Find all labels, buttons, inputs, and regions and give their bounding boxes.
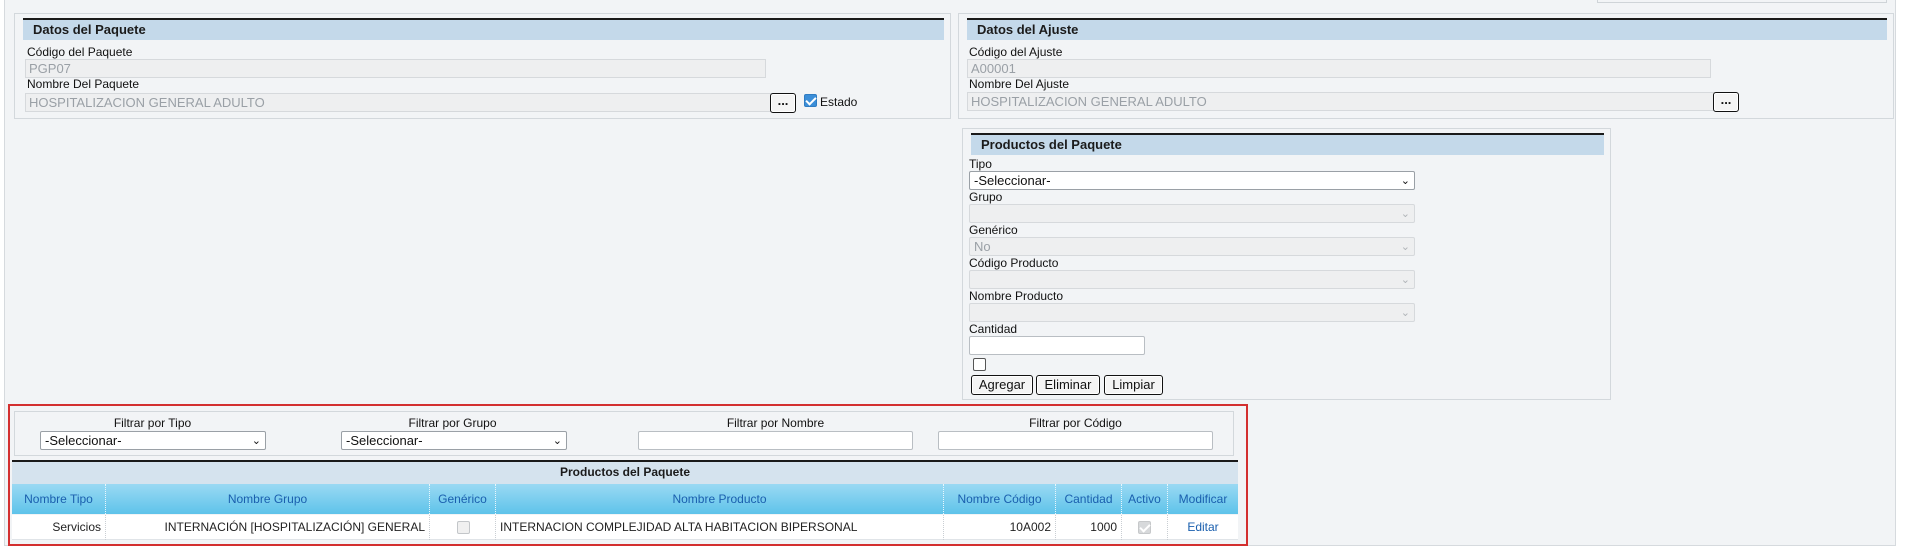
filtrar-codigo-label: Filtrar por Código <box>1029 416 1122 430</box>
producto-checkbox[interactable] <box>973 358 986 371</box>
filtrar-codigo-input[interactable] <box>938 431 1213 450</box>
codigo-producto-label: Código Producto <box>969 256 1059 270</box>
codigo-producto-select[interactable]: ⌄ <box>969 270 1415 289</box>
grid-title: Productos del Paquete <box>12 460 1238 484</box>
filtrar-grupo-select[interactable]: -Seleccionar- ⌄ <box>341 431 567 450</box>
table-row[interactable]: Servicios INTERNACIÓN [HOSPITALIZACIÓN] … <box>12 515 1238 540</box>
filtrar-tipo-label: Filtrar por Tipo <box>113 416 192 430</box>
agregar-button[interactable]: Agregar <box>971 375 1033 395</box>
cell-nombre-tipo: Servicios <box>12 515 106 540</box>
chevron-down-icon: ⌄ <box>1400 241 1410 253</box>
nombre-ajuste-field[interactable]: HOSPITALIZACION GENERAL ADULTO <box>967 92 1721 111</box>
generico-label: Genérico <box>969 223 1018 237</box>
filtrar-tipo-value: -Seleccionar- <box>45 433 122 448</box>
chevron-down-icon: ⌄ <box>1400 274 1410 286</box>
estado-label: Estado <box>820 95 858 109</box>
column-header-nombre-grupo[interactable]: Nombre Grupo <box>106 484 430 514</box>
chevron-down-icon: ⌄ <box>1400 175 1410 187</box>
cell-nombre-producto: INTERNACION COMPLEJIDAD ALTA HABITACION … <box>496 515 944 540</box>
nombre-paquete-label: Nombre Del Paquete <box>27 77 140 91</box>
tipo-label: Tipo <box>969 157 992 171</box>
filtrar-nombre-input[interactable] <box>638 431 913 450</box>
cell-cantidad: 1000 <box>1056 515 1122 540</box>
nombre-paquete-field[interactable]: HOSPITALIZACION GENERAL ADULTO <box>25 93 776 112</box>
top-tab-fragment <box>1597 0 1887 3</box>
filter-panel: Filtrar por Tipo -Seleccionar- ⌄ Filtrar… <box>14 411 1234 456</box>
grupo-select[interactable]: ⌄ <box>969 204 1415 223</box>
column-header-nombre-codigo[interactable]: Nombre Código <box>944 484 1056 514</box>
column-header-modificar[interactable]: Modificar <box>1168 484 1238 514</box>
cell-nombre-grupo: INTERNACIÓN [HOSPITALIZACIÓN] GENERAL <box>106 515 430 540</box>
datos-ajuste-header: Datos del Ajuste <box>967 18 1887 40</box>
filtrar-nombre-label: Filtrar por Nombre <box>726 416 825 430</box>
codigo-paquete-field[interactable]: PGP07 <box>25 59 766 78</box>
cell-activo <box>1122 515 1168 540</box>
tipo-select-value: -Seleccionar- <box>974 173 1051 188</box>
limpiar-button[interactable]: Limpiar <box>1104 375 1163 395</box>
column-header-cantidad[interactable]: Cantidad <box>1056 484 1122 514</box>
chevron-down-icon: ⌄ <box>1400 307 1410 319</box>
chevron-down-icon: ⌄ <box>251 435 261 447</box>
cell-modificar: Editar <box>1168 515 1238 540</box>
cell-nombre-codigo: 10A002 <box>944 515 1056 540</box>
tipo-select[interactable]: -Seleccionar- ⌄ <box>969 171 1415 190</box>
productos-form-header: Productos del Paquete <box>971 133 1604 155</box>
eliminar-button[interactable]: Eliminar <box>1036 375 1100 395</box>
column-header-activo[interactable]: Activo <box>1122 484 1168 514</box>
paquete-lookup-button[interactable]: ... <box>770 93 796 113</box>
editar-link[interactable]: Editar <box>1187 520 1218 534</box>
estado-checkbox[interactable] <box>804 94 817 107</box>
filtrar-grupo-label: Filtrar por Grupo <box>408 416 497 430</box>
cantidad-input[interactable] <box>969 336 1145 355</box>
grid-header: Nombre Tipo Nombre Grupo Genérico Nombre… <box>12 484 1238 514</box>
column-header-nombre-producto[interactable]: Nombre Producto <box>496 484 944 514</box>
generico-select-value: No <box>974 239 991 254</box>
nombre-ajuste-label: Nombre Del Ajuste <box>969 77 1070 91</box>
codigo-ajuste-field[interactable]: A00001 <box>967 59 1711 78</box>
column-header-nombre-tipo[interactable]: Nombre Tipo <box>12 484 106 514</box>
cantidad-label: Cantidad <box>969 322 1018 336</box>
chevron-down-icon: ⌄ <box>1400 208 1410 220</box>
filtrar-tipo-select[interactable]: -Seleccionar- ⌄ <box>40 431 266 450</box>
chevron-down-icon: ⌄ <box>552 435 562 447</box>
datos-ajuste-panel: Datos del Ajuste Código del Ajuste A0000… <box>958 13 1894 119</box>
nombre-producto-select[interactable]: ⌄ <box>969 303 1415 322</box>
productos-form-panel: Productos del Paquete Tipo -Seleccionar-… <box>962 128 1611 400</box>
codigo-ajuste-label: Código del Ajuste <box>969 45 1063 59</box>
activo-row-checkbox <box>1138 521 1151 534</box>
nombre-producto-label: Nombre Producto <box>969 289 1064 303</box>
grupo-label: Grupo <box>969 190 1003 204</box>
cell-generico <box>430 515 496 540</box>
ajuste-lookup-button[interactable]: ... <box>1713 92 1739 112</box>
column-header-generico[interactable]: Genérico <box>430 484 496 514</box>
generico-row-checkbox <box>457 521 470 534</box>
datos-paquete-panel: Datos del Paquete Código del Paquete PGP… <box>14 13 951 119</box>
datos-paquete-header: Datos del Paquete <box>23 18 944 40</box>
generico-select[interactable]: No ⌄ <box>969 237 1415 256</box>
codigo-paquete-label: Código del Paquete <box>27 45 133 59</box>
filtrar-grupo-value: -Seleccionar- <box>346 433 423 448</box>
